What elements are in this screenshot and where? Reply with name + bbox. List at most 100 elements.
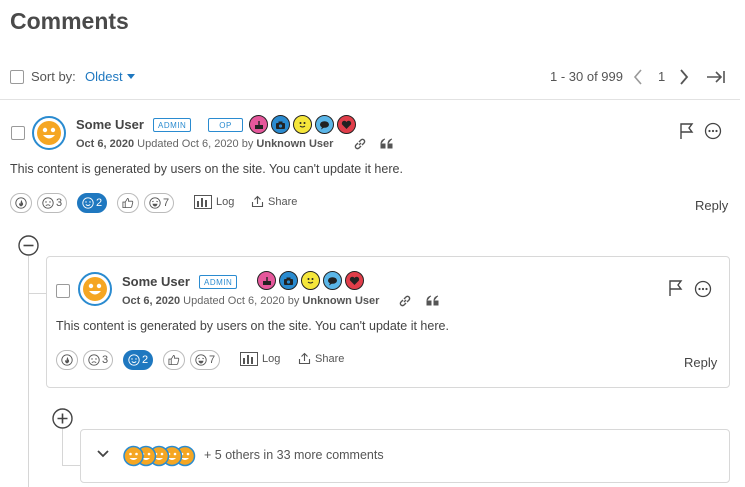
comment-date: Oct 6, 2020 bbox=[122, 295, 181, 307]
flag-icon[interactable] bbox=[678, 122, 696, 140]
heart-icon bbox=[345, 271, 364, 290]
comment-body: This content is generated by users on th… bbox=[56, 319, 449, 333]
sad-icon bbox=[42, 197, 54, 209]
share-label: Share bbox=[268, 195, 298, 208]
reaction-fire[interactable] bbox=[56, 350, 78, 370]
share-button[interactable]: Share bbox=[298, 352, 344, 365]
thread-line bbox=[28, 293, 46, 294]
reaction-laugh[interactable]: 7 bbox=[144, 193, 175, 213]
next-page-icon[interactable] bbox=[678, 68, 690, 86]
avatar[interactable] bbox=[78, 272, 112, 306]
sad-icon bbox=[88, 354, 100, 366]
user-name[interactable]: Some User bbox=[122, 274, 190, 289]
chat-icon bbox=[315, 115, 334, 134]
comment-meta: Oct 6, 2020 Updated Oct 6, 2020 by Unkno… bbox=[76, 138, 333, 150]
thread-line bbox=[62, 429, 63, 465]
updated-text: Updated Oct 6, 2020 by bbox=[137, 138, 254, 150]
comment-body: This content is generated by users on th… bbox=[10, 162, 403, 176]
avatar[interactable] bbox=[32, 116, 66, 150]
share-icon bbox=[298, 352, 311, 365]
updated-by[interactable]: Unknown User bbox=[256, 138, 333, 150]
reaction-laugh[interactable]: 7 bbox=[190, 350, 221, 370]
comment-date: Oct 6, 2020 bbox=[76, 138, 135, 150]
comment-checkbox[interactable] bbox=[56, 284, 70, 298]
smiley-icon bbox=[301, 271, 320, 290]
reaction-count: 3 bbox=[102, 354, 109, 366]
share-button[interactable]: Share bbox=[251, 195, 297, 208]
admin-badge: ADMIN bbox=[199, 275, 238, 289]
more-options-icon[interactable] bbox=[704, 122, 722, 140]
page-title: Comments bbox=[10, 8, 129, 34]
current-page[interactable]: 1 bbox=[658, 69, 665, 84]
reaction-happy[interactable]: 2 bbox=[77, 193, 108, 213]
cake-icon bbox=[257, 271, 276, 290]
prev-page-icon[interactable] bbox=[632, 68, 644, 86]
toolbar-divider bbox=[0, 99, 740, 100]
happy-icon bbox=[82, 197, 94, 209]
bar-chart-icon bbox=[194, 195, 212, 209]
reaction-sad[interactable]: 3 bbox=[37, 193, 68, 213]
reaction-thumbs-up[interactable] bbox=[117, 193, 139, 213]
chevron-down-icon[interactable] bbox=[96, 449, 110, 459]
share-icon bbox=[251, 195, 264, 208]
thread-line bbox=[28, 254, 29, 294]
laugh-icon bbox=[195, 354, 207, 366]
thread-line bbox=[28, 292, 29, 487]
reaction-thumbs-up[interactable] bbox=[163, 350, 185, 370]
more-options-icon[interactable] bbox=[694, 280, 712, 298]
thread-line bbox=[62, 465, 80, 466]
log-button[interactable]: Log bbox=[240, 352, 280, 366]
collapse-thread-icon[interactable] bbox=[18, 235, 39, 256]
op-badge: OP bbox=[208, 118, 243, 132]
comment-meta: Oct 6, 2020 Updated Oct 6, 2020 by Unkno… bbox=[122, 295, 379, 307]
share-label: Share bbox=[315, 352, 345, 365]
camera-icon bbox=[279, 271, 298, 290]
quote-icon[interactable] bbox=[426, 295, 440, 307]
quote-icon[interactable] bbox=[380, 138, 394, 150]
smiley-icon bbox=[293, 115, 312, 134]
thumbs-up-icon bbox=[168, 354, 180, 366]
log-label: Log bbox=[262, 353, 281, 365]
happy-icon bbox=[128, 354, 140, 366]
log-button[interactable]: Log bbox=[194, 195, 234, 209]
chevron-down-icon bbox=[126, 74, 135, 79]
reaction-count: 2 bbox=[96, 197, 103, 209]
fire-icon bbox=[15, 197, 27, 209]
bar-chart-icon bbox=[240, 352, 258, 366]
achievements bbox=[249, 115, 356, 134]
camera-icon bbox=[271, 115, 290, 134]
flag-icon[interactable] bbox=[667, 279, 685, 297]
reaction-fire[interactable] bbox=[10, 193, 32, 213]
expand-thread-icon[interactable] bbox=[52, 408, 73, 429]
more-comments-text[interactable]: + 5 others in 33 more comments bbox=[204, 448, 384, 462]
avatar-stack bbox=[123, 445, 197, 467]
thumbs-up-icon bbox=[122, 197, 134, 209]
admin-badge: ADMIN bbox=[153, 118, 192, 132]
select-all-checkbox[interactable] bbox=[10, 70, 24, 84]
updated-text: Updated Oct 6, 2020 by bbox=[183, 295, 300, 307]
pagination-range: 1 - 30 of 999 bbox=[550, 69, 623, 84]
avatar bbox=[123, 445, 144, 467]
user-face-icon bbox=[37, 121, 61, 145]
log-label: Log bbox=[216, 196, 235, 208]
last-page-icon[interactable] bbox=[706, 70, 726, 84]
reaction-happy[interactable]: 2 bbox=[123, 350, 154, 370]
user-name[interactable]: Some User bbox=[76, 117, 144, 132]
reply-button[interactable]: Reply bbox=[695, 198, 728, 213]
link-icon[interactable] bbox=[353, 137, 367, 151]
reaction-count: 2 bbox=[142, 354, 149, 366]
sort-value: Oldest bbox=[85, 69, 123, 84]
user-face-icon bbox=[83, 277, 107, 301]
sort-dropdown[interactable]: Oldest bbox=[85, 69, 135, 84]
reaction-count: 7 bbox=[209, 354, 216, 366]
cake-icon bbox=[249, 115, 268, 134]
reaction-sad[interactable]: 3 bbox=[83, 350, 114, 370]
reaction-count: 7 bbox=[163, 197, 170, 209]
achievements bbox=[257, 271, 364, 290]
comment-checkbox[interactable] bbox=[11, 126, 25, 140]
link-icon[interactable] bbox=[398, 294, 412, 308]
fire-icon bbox=[61, 354, 73, 366]
updated-by[interactable]: Unknown User bbox=[302, 295, 379, 307]
reaction-count: 3 bbox=[56, 197, 63, 209]
reply-button[interactable]: Reply bbox=[684, 355, 717, 370]
